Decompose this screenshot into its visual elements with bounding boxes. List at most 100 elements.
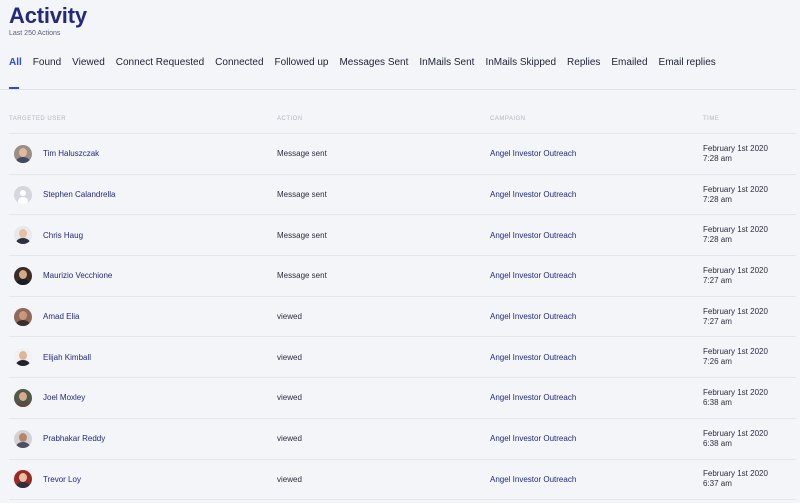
cell-targeted-user: Joel Moxley (9, 388, 277, 407)
cell-targeted-user: Prabhakar Reddy (9, 429, 277, 448)
avatar-shoulders (16, 441, 30, 448)
table-row[interactable]: Prabhakar Reddy viewed Angel Investor Outr… (9, 419, 796, 460)
cell-time: February 1st 2020 7:26 am (703, 347, 796, 367)
cell-targeted-user: Amad Elia (9, 307, 277, 326)
cell-action: viewed (277, 352, 302, 362)
table-row[interactable]: Tim Haluszczak Message sent Angel Investor… (9, 134, 796, 175)
table-body: Tim Haluszczak Message sent Angel Investor… (9, 134, 796, 501)
user-name-link[interactable]: Prabhakar Reddy (43, 434, 105, 443)
avatar-face (19, 391, 27, 401)
tab-found[interactable]: Found (33, 56, 61, 70)
avatar-face (19, 269, 27, 279)
tabs-divider (0, 89, 796, 90)
table-row[interactable]: Trevor Loy viewed Angel Investor Outreach F… (9, 460, 796, 501)
time-date: February 1st 2020 (703, 184, 768, 194)
campaign-link[interactable]: Angel Investor Outreach (490, 475, 703, 484)
cell-time: February 1st 2020 7:28 am (703, 225, 796, 245)
avatar-shoulders (16, 156, 30, 163)
activity-table: Targeted User Action Campaign Time Tim H… (9, 112, 796, 501)
tab-replies[interactable]: Replies (567, 56, 600, 70)
campaign-link[interactable]: Angel Investor Outreach (490, 271, 703, 280)
time-date: February 1st 2020 (703, 428, 768, 438)
user-name-link[interactable]: Joel Moxley (43, 393, 85, 402)
cell-time: February 1st 2020 6:37 am (703, 469, 796, 489)
cell-time: February 1st 2020 7:28 am (703, 144, 796, 164)
user-name-link[interactable]: Tim Haluszczak (43, 149, 99, 158)
tab-viewed[interactable]: Viewed (72, 56, 105, 70)
avatar[interactable] (14, 185, 32, 204)
avatar-face (19, 351, 27, 361)
table-row[interactable]: Maurizio Vecchione Message sent Angel Inve… (9, 256, 796, 297)
avatar[interactable] (14, 307, 32, 326)
avatar[interactable] (14, 266, 32, 285)
tab-all[interactable]: All (9, 56, 22, 70)
avatar-shoulders (16, 238, 30, 245)
avatar-shoulders (18, 196, 28, 204)
user-name-link[interactable]: Amad Elia (43, 312, 79, 321)
avatar[interactable] (14, 348, 32, 367)
time-clock: 6:38 am (703, 397, 732, 407)
table-row[interactable]: Stephen Calandrella Message sent Angel Inv… (9, 175, 796, 216)
user-name-link[interactable]: Elijah Kimball (43, 353, 91, 362)
avatar[interactable] (14, 144, 32, 163)
time-date: February 1st 2020 (703, 265, 768, 275)
time-clock: 7:27 am (703, 316, 732, 326)
avatar-face (19, 473, 27, 483)
cell-targeted-user: Elijah Kimball (9, 348, 277, 367)
tab-emailed[interactable]: Emailed (611, 56, 647, 70)
avatar[interactable] (14, 429, 32, 448)
tab-email-replies[interactable]: Email replies (659, 56, 716, 70)
cell-targeted-user: Chris Haug (9, 226, 277, 245)
cell-action: Message sent (277, 149, 327, 159)
campaign-link[interactable]: Angel Investor Outreach (490, 231, 703, 240)
user-name-link[interactable]: Stephen Calandrella (43, 190, 116, 199)
page-title: Activity (9, 3, 87, 28)
avatar-face (19, 432, 27, 442)
table-row[interactable]: Joel Moxley viewed Angel Investor Outreach… (9, 378, 796, 419)
cell-action: Message sent (277, 271, 327, 281)
time-clock: 7:26 am (703, 357, 732, 367)
user-name-link[interactable]: Chris Haug (43, 231, 83, 240)
cell-targeted-user: Tim Haluszczak (9, 144, 277, 163)
campaign-link[interactable]: Angel Investor Outreach (490, 312, 703, 321)
avatar[interactable] (14, 226, 32, 245)
column-header-time[interactable]: Time (703, 112, 796, 133)
avatar-face (20, 189, 26, 196)
tab-followed-up[interactable]: Followed up (275, 56, 329, 70)
time-clock: 7:28 am (703, 153, 732, 163)
tab-connected[interactable]: Connected (215, 56, 263, 70)
cell-targeted-user: Stephen Calandrella (9, 185, 277, 204)
time-clock: 7:28 am (703, 194, 732, 204)
time-date: February 1st 2020 (703, 387, 768, 397)
column-header-action[interactable]: Action (277, 112, 490, 133)
time-date: February 1st 2020 (703, 143, 768, 153)
user-name-link[interactable]: Trevor Loy (43, 475, 81, 484)
campaign-link[interactable]: Angel Investor Outreach (490, 353, 703, 362)
campaign-link[interactable]: Angel Investor Outreach (490, 190, 703, 199)
campaign-link[interactable]: Angel Investor Outreach (490, 149, 703, 158)
cell-time: February 1st 2020 6:38 am (703, 429, 796, 449)
tab-messages-sent[interactable]: Messages Sent (339, 56, 408, 70)
avatar-shoulders (16, 360, 30, 367)
cell-time: February 1st 2020 7:27 am (703, 307, 796, 327)
cell-action: viewed (277, 434, 302, 444)
tab-inmails-sent[interactable]: InMails Sent (419, 56, 474, 70)
table-row[interactable]: Amad Elia viewed Angel Investor Outreach Fe… (9, 297, 796, 338)
avatar[interactable] (14, 388, 32, 407)
table-row[interactable]: Chris Haug Message sent Angel Investor Out… (9, 215, 796, 257)
table-row[interactable]: Elijah Kimball viewed Angel Investor Outre… (9, 337, 796, 379)
campaign-link[interactable]: Angel Investor Outreach (490, 393, 703, 402)
cell-action: Message sent (277, 190, 327, 200)
avatar[interactable] (14, 470, 32, 489)
user-name-link[interactable]: Maurizio Vecchione (43, 271, 112, 280)
column-header-campaign[interactable]: Campaign (490, 112, 703, 133)
column-header-targeted-user[interactable]: Targeted User (9, 112, 277, 133)
cell-targeted-user: Trevor Loy (9, 470, 277, 489)
tab-connect-requested[interactable]: Connect Requested (116, 56, 204, 70)
campaign-link[interactable]: Angel Investor Outreach (490, 434, 703, 443)
time-clock: 7:27 am (703, 275, 732, 285)
table-header: Targeted User Action Campaign Time (9, 112, 796, 134)
page-subtitle: Last 250 Actions (9, 30, 61, 37)
cell-action: viewed (277, 312, 302, 322)
tab-inmails-skipped[interactable]: InMails Skipped (485, 56, 556, 70)
